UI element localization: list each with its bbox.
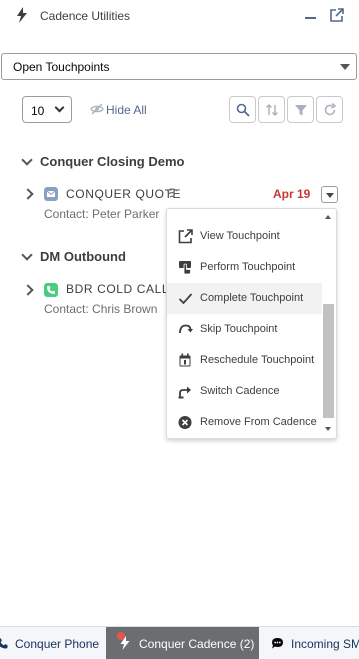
scrollbar-thumb[interactable] xyxy=(323,304,334,418)
menu-item-label: View Touchpoint xyxy=(200,230,280,242)
chevron-down-icon xyxy=(21,154,33,166)
menu-item-label: Reschedule Touchpoint xyxy=(200,354,315,366)
expand-row-icon[interactable] xyxy=(22,188,34,200)
utility-tab-conquer-phone[interactable]: Conquer Phone xyxy=(0,627,105,659)
menu-item-complete-touchpoint[interactable]: Complete Touchpoint xyxy=(167,283,322,314)
eye-slash-icon xyxy=(90,103,104,115)
menu-item-switch-cadence[interactable]: Switch Cadence xyxy=(167,376,322,407)
utility-tab-incoming-sms[interactable]: Incoming SMS xyxy=(260,627,359,659)
phone-icon xyxy=(44,283,58,297)
menu-item-skip-touchpoint[interactable]: Skip Touchpoint xyxy=(167,314,322,345)
switch-icon xyxy=(178,386,191,399)
touchpoint-contact: Contact: Peter Parker xyxy=(44,207,160,221)
menu-item-label: Complete Touchpoint xyxy=(200,292,304,304)
touchpoint-name[interactable]: BDR COLD CALL - xyxy=(66,282,177,296)
notification-dot xyxy=(117,632,125,640)
bolt-icon xyxy=(17,7,27,23)
row-actions-button[interactable] xyxy=(321,186,338,203)
sort-button[interactable] xyxy=(258,96,285,123)
chevron-down-icon xyxy=(21,249,33,261)
external-link-icon xyxy=(178,229,193,244)
menu-item-label: Remove From Cadence xyxy=(200,416,317,428)
refresh-icon xyxy=(324,103,337,116)
touchpoint-filter-value: Open Touchpoints xyxy=(13,60,110,74)
expand-row-icon[interactable] xyxy=(22,284,34,296)
touchpoint-name[interactable]: CONQUER QUOTE xyxy=(66,187,181,201)
popout-icon[interactable] xyxy=(330,8,344,22)
utility-header: Cadence Utilities xyxy=(0,0,359,34)
touchpoint-filter-select[interactable]: Open Touchpoints xyxy=(1,53,357,80)
chevron-down-icon xyxy=(54,102,65,113)
utility-tab-label: Conquer Cadence (2) xyxy=(139,637,255,651)
utility-title: Cadence Utilities xyxy=(40,9,131,23)
calendar-icon xyxy=(179,353,191,367)
page-size-value: 10 xyxy=(31,104,45,118)
utility-tab-conquer-cadence[interactable]: Conquer Cadence (2) xyxy=(106,627,259,659)
menu-item-label: Skip Touchpoint xyxy=(200,323,278,335)
menu-item-remove-from-cadence[interactable]: Remove From Cadence xyxy=(167,407,322,438)
refresh-button[interactable] xyxy=(316,96,343,123)
filter-button[interactable] xyxy=(287,96,314,123)
sort-icon xyxy=(266,104,278,116)
menu-item-label: Switch Cadence xyxy=(200,385,280,397)
due-date: Apr 19 xyxy=(273,187,311,201)
caret-down-icon xyxy=(326,193,334,198)
caret-down-icon xyxy=(340,64,350,70)
scroll-up-arrow[interactable] xyxy=(325,215,331,219)
touchpoint-contact: Contact: Chris Brown xyxy=(44,302,158,316)
remove-icon xyxy=(178,416,192,429)
utility-tab-label: Incoming SMS xyxy=(291,637,359,651)
email-icon xyxy=(44,187,58,201)
menu-item-view-touchpoint[interactable]: View Touchpoint xyxy=(167,221,322,252)
skip-icon xyxy=(179,324,193,334)
wifi-signal-icon xyxy=(166,188,178,198)
menu-item-perform-touchpoint[interactable]: Perform Touchpoint xyxy=(167,252,322,283)
check-icon xyxy=(178,293,193,305)
group-name: DM Outbound xyxy=(40,249,126,264)
minimize-icon[interactable] xyxy=(305,17,316,19)
hide-all-label: Hide All xyxy=(106,103,147,117)
group-name: Conquer Closing Demo xyxy=(40,154,185,169)
phone-icon xyxy=(0,638,8,649)
utility-bar: Conquer Phone Conquer Cadence (2) Incomi… xyxy=(0,626,359,659)
filter-icon xyxy=(295,105,307,116)
touch-icon xyxy=(179,261,191,275)
touchpoint-actions-menu: View Touchpoint Perform Touchpoint Compl… xyxy=(166,208,337,439)
utility-tab-label: Conquer Phone xyxy=(15,637,100,651)
page-size-select[interactable]: 10 xyxy=(22,96,72,123)
chat-icon xyxy=(272,638,283,649)
search-button[interactable] xyxy=(229,96,256,123)
scroll-down-arrow[interactable] xyxy=(325,427,331,431)
menu-item-reschedule-touchpoint[interactable]: Reschedule Touchpoint xyxy=(167,345,322,376)
search-icon xyxy=(236,103,250,117)
menu-item-label: Perform Touchpoint xyxy=(200,261,296,273)
